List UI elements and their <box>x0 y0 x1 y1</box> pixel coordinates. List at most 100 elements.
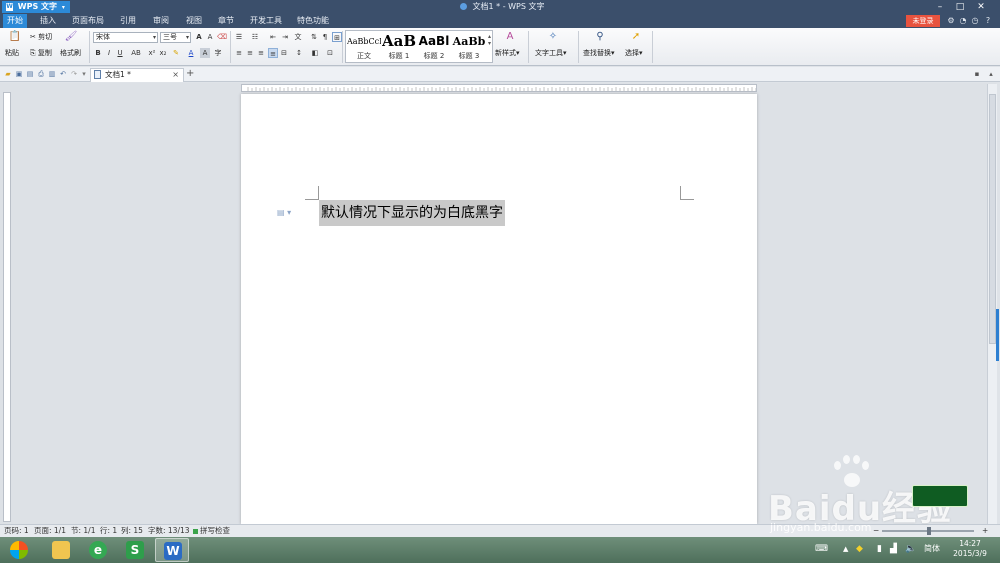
zoom-out-button[interactable]: − <box>873 525 879 537</box>
login-button[interactable]: 未登录 <box>906 15 940 27</box>
document-body-text[interactable]: 默认情况下显示的为白底黑字 <box>319 200 505 226</box>
close-tab-icon[interactable]: × <box>172 69 179 81</box>
cursor-icon[interactable]: ➚ <box>630 31 642 43</box>
text-tools-button[interactable]: 文字工具▾ <box>535 48 567 58</box>
style-normal[interactable]: AaBbCcDd 正文 <box>347 32 381 62</box>
menu-references[interactable]: 引用 <box>116 14 140 28</box>
skin-icon[interactable]: ◔ <box>958 15 968 27</box>
shrink-font-icon[interactable]: A <box>205 32 215 42</box>
shading-icon[interactable]: ◧ <box>310 48 320 58</box>
char-shading-icon[interactable]: A <box>200 48 210 58</box>
vertical-scrollbar[interactable] <box>987 84 999 524</box>
print-preview-icon[interactable]: ▤ <box>25 69 35 79</box>
paste-button[interactable]: 粘贴 <box>5 48 19 58</box>
layout-icon[interactable]: ▪ <box>972 69 982 79</box>
font-size-select[interactable]: 三号 ▾ <box>160 32 191 43</box>
borders-icon[interactable]: ⊡ <box>325 48 335 58</box>
menu-chapter[interactable]: 章节 <box>214 14 238 28</box>
taskbar-browser[interactable]: e <box>81 538 115 562</box>
phonetic-icon[interactable]: 字 <box>213 48 223 58</box>
align-left-icon[interactable]: ≡ <box>234 48 244 58</box>
menu-start[interactable]: 开始 <box>3 14 27 28</box>
clear-format-icon[interactable]: ⌫ <box>217 32 227 42</box>
collapse-ribbon-icon[interactable]: ▴ <box>986 69 996 79</box>
zoom-slider-thumb[interactable] <box>927 527 931 535</box>
new-style-button[interactable]: 新样式▾ <box>495 48 520 58</box>
style-heading-3[interactable]: AaBb 标题 3 <box>452 32 486 62</box>
taskbar-spreadsheet[interactable]: S <box>118 538 152 562</box>
start-button[interactable] <box>2 538 36 562</box>
distribute-icon[interactable]: ⊟ <box>279 48 289 58</box>
document-tab[interactable]: 文档1 * × <box>90 68 184 82</box>
close-icon[interactable]: ✕ <box>973 0 989 14</box>
font-color-icon[interactable]: A <box>186 48 196 58</box>
zoom-in-button[interactable]: + <box>982 525 988 537</box>
keyboard-icon[interactable]: ⌨ <box>815 543 828 555</box>
horizontal-ruler[interactable] <box>241 84 757 92</box>
grow-font-icon[interactable]: A <box>194 32 204 42</box>
share-icon[interactable]: ◷ <box>970 15 980 27</box>
chinese-layout-icon[interactable]: 文 <box>293 32 303 42</box>
numbering-icon[interactable]: ☷ <box>250 32 260 42</box>
copy-button[interactable]: ⎘ 复制 <box>30 48 52 58</box>
minimize-icon[interactable]: – <box>932 0 948 14</box>
menu-insert[interactable]: 插入 <box>36 14 60 28</box>
undo-icon[interactable]: ↶ <box>58 69 68 79</box>
align-center-icon[interactable]: ≡ <box>245 48 255 58</box>
status-word-count[interactable]: 字数: 13/13 <box>148 525 190 537</box>
wps-app-menu-button[interactable]: W WPS 文字 ▾ <box>2 1 70 13</box>
scrollbar-thumb[interactable] <box>989 94 996 344</box>
indent-icon[interactable]: ⇥ <box>280 32 290 42</box>
spell-check-toggle[interactable]: 拼写检查 <box>193 525 230 537</box>
cut-button[interactable]: ✂ 剪切 <box>30 32 52 42</box>
status-section[interactable]: 节: 1/1 <box>71 525 95 537</box>
print-icon[interactable]: ⎙ <box>36 69 46 79</box>
network-icon[interactable]: ▟ <box>890 543 897 555</box>
status-pages[interactable]: 页面: 1/1 <box>34 525 66 537</box>
volume-icon[interactable]: 🔈 <box>905 543 916 555</box>
bullets-icon[interactable]: ☰ <box>234 32 244 42</box>
highlight-icon[interactable]: ✎ <box>171 48 181 58</box>
align-right-icon[interactable]: ≡ <box>256 48 266 58</box>
italic-icon[interactable]: I <box>104 48 114 58</box>
strikethrough-icon[interactable]: AB <box>129 48 143 58</box>
gear-icon[interactable]: ⚙ <box>946 15 956 27</box>
binoculars-icon[interactable]: ⚲ <box>594 31 606 43</box>
new-tab-button[interactable]: + <box>186 68 194 80</box>
style-heading-1[interactable]: AaB 标题 1 <box>382 32 416 62</box>
style-heading-2[interactable]: AaBl 标题 2 <box>417 32 451 62</box>
format-painter-icon[interactable]: 🖌 <box>64 31 78 43</box>
justify-icon[interactable]: ≡ <box>268 48 278 58</box>
system-clock[interactable]: 14:27 2015/3/9 <box>948 539 992 559</box>
find-replace-button[interactable]: 查找替换▾ <box>583 48 615 58</box>
security-icon[interactable]: ◆ <box>856 543 863 555</box>
table-grid-icon[interactable]: ⊞ <box>332 32 342 42</box>
taskbar-explorer[interactable] <box>44 538 78 562</box>
outdent-icon[interactable]: ⇤ <box>268 32 278 42</box>
redo-icon[interactable]: ↷ <box>69 69 79 79</box>
chevron-down-icon[interactable]: ▾ <box>79 69 89 79</box>
text-tools-icon[interactable]: ✧ <box>547 31 559 43</box>
paste-icon[interactable]: 📋 <box>8 31 22 43</box>
vertical-ruler[interactable] <box>3 92 11 522</box>
bold-icon[interactable]: B <box>93 48 103 58</box>
ime-indicator[interactable]: 简体 <box>924 543 940 555</box>
gallery-scroll-icon[interactable]: ▴ ▾ <box>488 33 491 47</box>
new-style-icon[interactable]: A <box>504 31 516 43</box>
menu-view[interactable]: 视图 <box>182 14 206 28</box>
pdf-icon[interactable]: ▥ <box>47 69 57 79</box>
save-icon[interactable]: ▣ <box>14 69 24 79</box>
maximize-icon[interactable]: □ <box>952 0 968 14</box>
document-page[interactable]: ▤ ▾ 默认情况下显示的为白底黑字 <box>241 94 757 524</box>
paragraph-handle-icon[interactable]: ▤ ▾ <box>277 208 291 217</box>
menu-developer[interactable]: 开发工具 <box>246 14 286 28</box>
subscript-icon[interactable]: x₂ <box>158 48 168 58</box>
menu-review[interactable]: 审阅 <box>149 14 173 28</box>
tray-expand-icon[interactable]: ▲ <box>843 543 848 555</box>
format-painter-button[interactable]: 格式刷 <box>60 48 81 58</box>
menu-features[interactable]: 特色功能 <box>293 14 333 28</box>
select-button[interactable]: 选择▾ <box>625 48 643 58</box>
sort-icon[interactable]: ⇅ <box>309 32 319 42</box>
show-marks-icon[interactable]: ¶ <box>320 32 330 42</box>
menu-page-layout[interactable]: 页面布局 <box>68 14 108 28</box>
